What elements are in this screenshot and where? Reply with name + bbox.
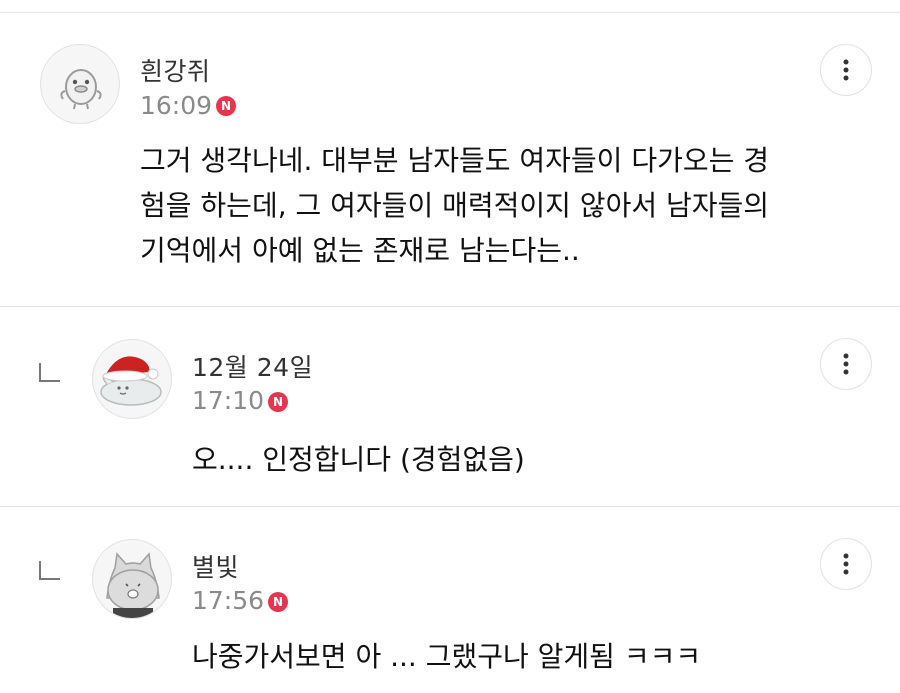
comment-nickname[interactable]: 12월 24일	[192, 348, 313, 384]
comment-item: 흰강쥐 16:09 N 그거 생각나네. 대부분 남자들도 여자들이 다가오는 …	[0, 0, 900, 306]
comment-text-line: 험을 하는데, 그 여자들이 매력적이지 않아서 남자들의	[140, 189, 770, 222]
reply-comment-item: 별빛 17:56 N 나중가서보면 아 ... 그랬구나 알게됨 ㅋㅋㅋ	[0, 506, 900, 693]
new-badge: N	[216, 96, 236, 116]
vertical-ellipsis-icon	[843, 59, 849, 81]
comment-time: 17:10	[192, 386, 265, 415]
chick-avatar-icon	[60, 69, 102, 110]
avatar[interactable]	[40, 44, 120, 124]
avatar[interactable]	[92, 339, 172, 419]
new-badge: N	[268, 392, 288, 412]
comment-text-line: 나중가서보면 아 ... 그랬구나 알게됨 ㅋㅋㅋ	[192, 640, 702, 673]
santa-hat-character-avatar-icon	[100, 356, 162, 406]
comment-text: 그거 생각나네. 대부분 남자들도 여자들이 다가오는 경 험을 하는데, 그 …	[140, 138, 840, 273]
reply-arrow-icon	[39, 561, 60, 580]
comment-list: 흰강쥐 16:09 N 그거 생각나네. 대부분 남자들도 여자들이 다가오는 …	[0, 0, 900, 693]
comment-time: 16:09	[140, 91, 213, 120]
vertical-ellipsis-icon	[843, 353, 849, 375]
comment-text: 나중가서보면 아 ... 그랬구나 알게됨 ㅋㅋㅋ	[192, 634, 812, 679]
reply-arrow-icon	[39, 363, 60, 382]
avatar[interactable]	[92, 539, 172, 619]
vertical-ellipsis-icon	[843, 553, 849, 575]
more-options-button[interactable]	[820, 338, 872, 390]
comment-text-line: 오.... 인정합니다 (경험없음)	[192, 443, 525, 476]
comment-nickname[interactable]: 별빛	[192, 548, 239, 584]
reply-comment-item: 12월 24일 17:10 N 오.... 인정합니다 (경험없음)	[0, 306, 900, 506]
more-options-button[interactable]	[820, 44, 872, 96]
new-badge: N	[268, 592, 288, 612]
cat-avatar-icon	[106, 552, 160, 618]
comment-time: 17:56	[192, 586, 265, 615]
comment-nickname[interactable]: 흰강쥐	[140, 52, 211, 88]
comment-text: 오.... 인정합니다 (경험없음)	[192, 437, 812, 482]
comment-text-line: 그거 생각나네. 대부분 남자들도 여자들이 다가오는 경	[140, 144, 770, 177]
more-options-button[interactable]	[820, 538, 872, 590]
comment-text-line: 기억에서 아예 없는 존재로 남는다는..	[140, 234, 580, 267]
